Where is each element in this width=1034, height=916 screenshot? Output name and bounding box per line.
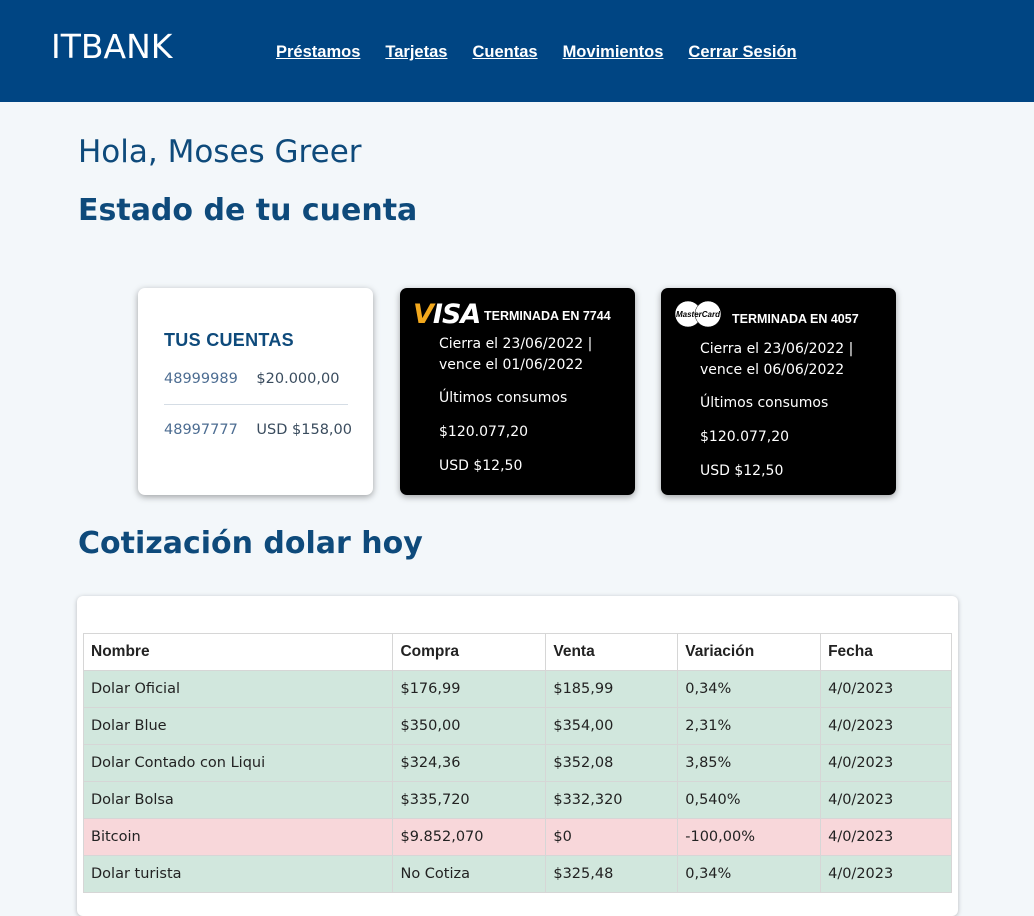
table-row: Dolar Bolsa $335,720 $332,320 0,540% 4/0/202…: [82, 781, 952, 819]
table-row: Dolar turista No Cotiza $325,48 0,34% 4/0/20…: [82, 855, 952, 893]
accounts-title: TUS CUENTAS: [164, 330, 294, 350]
top-navbar: ITBANK Préstamos Tarjetas Cuentas Movimi…: [0, 0, 1034, 102]
cell-venta: $0: [545, 818, 679, 856]
card-cierra: Cierra el 23/06/2022 |: [439, 336, 593, 352]
cell-variacion: 3,85%: [677, 744, 822, 782]
visa-logo-icon: VISA: [413, 299, 481, 330]
visa-card[interactable]: VISA TERMINADA EN 7744 Cierra el 23/06/2…: [400, 288, 635, 495]
mastercard-card[interactable]: MasterCard TERMINADA EN 4057 Cierra el 2…: [661, 288, 896, 495]
account-row: 48999989 $20.000,00: [164, 371, 339, 387]
exchange-rate-panel: Nombre Compra Venta Variación Fecha Dola…: [77, 596, 958, 916]
cell-venta: $185,99: [545, 670, 679, 708]
account-row: 48997777 USD $158,00: [164, 422, 352, 438]
cell-nombre: Bitcoin: [82, 818, 394, 856]
exchange-rate-table: Nombre Compra Venta Variación Fecha Dola…: [82, 633, 952, 893]
card-amount-usd: USD $12,50: [700, 463, 784, 479]
brand-logo[interactable]: ITBANK: [51, 27, 172, 66]
cell-nombre: Dolar turista: [82, 855, 394, 893]
cell-compra: $324,36: [392, 744, 547, 782]
cell-fecha: 4/0/2023: [820, 818, 952, 856]
cell-fecha: 4/0/2023: [820, 781, 952, 819]
cell-variacion: -100,00%: [677, 818, 822, 856]
card-recent-label: Últimos consumos: [700, 395, 829, 411]
nav-link-tarjetas[interactable]: Tarjetas: [385, 43, 447, 62]
column-header-fecha: Fecha: [820, 633, 952, 671]
divider: [164, 404, 348, 405]
cell-nombre: Dolar Oficial: [82, 670, 394, 708]
column-header-venta: Venta: [545, 633, 679, 671]
cell-variacion: 0,34%: [677, 670, 822, 708]
table-row: Dolar Contado con Liqui $324,36 $352,08 3,8…: [82, 744, 952, 782]
account-balance: USD $158,00: [256, 422, 352, 438]
svg-text:MasterCard: MasterCard: [676, 310, 721, 319]
cell-nombre: Dolar Bolsa: [82, 781, 394, 819]
table-row: Dolar Blue $350,00 $354,00 2,31% 4/0/2023: [82, 707, 952, 745]
cell-venta: $325,48: [545, 855, 679, 893]
card-closing-dates: Cierra el 23/06/2022 | vence el 01/06/20…: [439, 334, 592, 376]
cell-venta: $332,320: [545, 781, 679, 819]
table-row: Dolar Oficial $176,99 $185,99 0,34% 4/0/2023: [82, 670, 952, 708]
greeting-heading: Hola, Moses Greer: [78, 134, 362, 170]
cell-fecha: 4/0/2023: [820, 855, 952, 893]
cell-compra: No Cotiza: [392, 855, 547, 893]
card-amount-ars: $120.077,20: [439, 424, 529, 440]
cell-nombre: Dolar Contado con Liqui: [82, 744, 394, 782]
cell-venta: $352,08: [545, 744, 679, 782]
account-number[interactable]: 48997777: [164, 422, 238, 438]
mastercard-logo-icon: MasterCard: [674, 300, 722, 328]
card-amount-ars: $120.077,20: [700, 429, 790, 445]
nav-link-cuentas[interactable]: Cuentas: [472, 43, 537, 62]
cell-compra: $9.852,070: [392, 818, 547, 856]
card-closing-dates: Cierra el 23/06/2022 | vence el 06/06/20…: [700, 339, 853, 381]
nav-link-prestamos[interactable]: Préstamos: [276, 43, 360, 62]
nav-link-cerrar-sesion[interactable]: Cerrar Sesión: [688, 43, 796, 62]
table-row: Bitcoin $9.852,070 $0 -100,00% 4/0/2023: [82, 818, 952, 856]
cell-compra: $176,99: [392, 670, 547, 708]
card-amount-usd: USD $12,50: [439, 458, 523, 474]
cell-variacion: 2,31%: [677, 707, 822, 745]
cell-fecha: 4/0/2023: [820, 670, 952, 708]
card-cierra: Cierra el 23/06/2022 |: [700, 341, 854, 357]
cell-compra: $350,00: [392, 707, 547, 745]
card-vence: vence el 06/06/2022: [700, 362, 845, 378]
card-recent-label: Últimos consumos: [439, 390, 568, 406]
cell-variacion: 0,34%: [677, 855, 822, 893]
cell-variacion: 0,540%: [677, 781, 822, 819]
account-status-heading: Estado de tu cuenta: [78, 193, 418, 228]
main-nav: Préstamos Tarjetas Cuentas Movimientos C…: [276, 43, 797, 62]
card-title: TERMINADA EN 4057: [732, 312, 859, 326]
column-header-compra: Compra: [392, 633, 547, 671]
account-balance: $20.000,00: [256, 371, 340, 387]
table-header-row: Nombre Compra Venta Variación Fecha: [82, 633, 952, 671]
cell-nombre: Dolar Blue: [82, 707, 394, 745]
cell-venta: $354,00: [545, 707, 679, 745]
column-header-variacion: Variación: [677, 633, 822, 671]
account-number[interactable]: 48999989: [164, 371, 238, 387]
cell-fecha: 4/0/2023: [820, 744, 952, 782]
card-title: TERMINADA EN 7744: [484, 309, 611, 323]
nav-link-movimientos[interactable]: Movimientos: [563, 43, 664, 62]
card-vence: vence el 01/06/2022: [439, 357, 584, 373]
exchange-rate-heading: Cotización dolar hoy: [78, 526, 423, 561]
cell-fecha: 4/0/2023: [820, 707, 952, 745]
column-header-nombre: Nombre: [82, 633, 394, 671]
cell-compra: $335,720: [392, 781, 547, 819]
accounts-card: TUS CUENTAS 48999989 $20.000,00 48997777…: [138, 288, 373, 495]
